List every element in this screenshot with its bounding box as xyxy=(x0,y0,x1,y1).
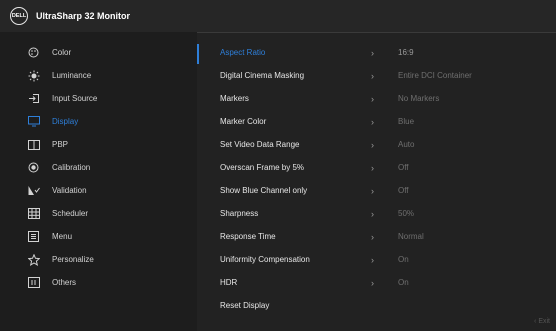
sidebar-item-label: Color xyxy=(52,48,72,57)
setting-value: Entire DCI Container xyxy=(398,71,472,80)
setting-row-video-data-range[interactable]: Set Video Data Range › Auto xyxy=(197,133,556,156)
sidebar-item-validation[interactable]: Validation xyxy=(0,179,197,202)
sidebar-item-color[interactable]: Color xyxy=(0,41,197,64)
sidebar-item-input-source[interactable]: Input Source xyxy=(0,87,197,110)
setting-row-sharpness[interactable]: Sharpness › 50% xyxy=(197,202,556,225)
sidebar-item-label: Scheduler xyxy=(52,209,89,218)
validation-icon xyxy=(28,185,52,196)
setting-name: Show Blue Channel only xyxy=(220,186,308,195)
setting-value: No Markers xyxy=(398,94,440,103)
sidebar-item-label: PBP xyxy=(52,140,69,149)
sidebar-item-personalize[interactable]: Personalize xyxy=(0,248,197,271)
sidebar-item-label: Others xyxy=(52,278,77,287)
chevron-right-icon: › xyxy=(371,208,374,219)
sidebar-item-label: Luminance xyxy=(52,71,92,80)
setting-name: Response Time xyxy=(220,232,276,241)
selection-indicator xyxy=(197,44,199,64)
setting-name: Overscan Frame by 5% xyxy=(220,163,305,172)
chevron-right-icon: › xyxy=(371,47,374,58)
setting-row-blue-channel-only[interactable]: Show Blue Channel only › Off xyxy=(197,179,556,202)
setting-name: Aspect Ratio xyxy=(220,48,266,57)
setting-row-uniformity-compensation[interactable]: Uniformity Compensation › On xyxy=(197,248,556,271)
setting-value: 16:9 xyxy=(398,48,414,57)
sidebar-item-label: Personalize xyxy=(52,255,94,264)
setting-value: On xyxy=(398,278,409,287)
star-icon xyxy=(28,253,52,266)
sidebar-item-calibration[interactable]: Calibration xyxy=(0,156,197,179)
info-icon xyxy=(28,277,52,288)
chevron-right-icon: › xyxy=(371,70,374,81)
sidebar-item-label: Calibration xyxy=(52,163,91,172)
pbp-icon xyxy=(28,139,52,150)
setting-row-marker-color[interactable]: Marker Color › Blue xyxy=(197,110,556,133)
setting-row-digital-cinema-masking[interactable]: Digital Cinema Masking › Entire DCI Cont… xyxy=(197,64,556,87)
display-icon xyxy=(28,116,52,127)
setting-value: 50% xyxy=(398,209,415,218)
chevron-right-icon: › xyxy=(371,162,374,173)
sidebar-item-pbp[interactable]: PBP xyxy=(0,133,197,156)
brightness-icon xyxy=(28,70,52,82)
scheduler-icon xyxy=(28,208,52,219)
menu-icon xyxy=(28,231,52,242)
setting-row-reset-display[interactable]: Reset Display xyxy=(197,294,556,317)
sidebar-item-menu[interactable]: Menu xyxy=(0,225,197,248)
palette-icon xyxy=(28,47,52,58)
chevron-right-icon: › xyxy=(371,185,374,196)
setting-value: Auto xyxy=(398,140,415,149)
sidebar-item-scheduler[interactable]: Scheduler xyxy=(0,202,197,225)
chevron-right-icon: › xyxy=(371,139,374,150)
sidebar-item-label: Input Source xyxy=(52,94,98,103)
setting-name: Marker Color xyxy=(220,117,267,126)
sidebar-item-luminance[interactable]: Luminance xyxy=(0,64,197,87)
sidebar: Color Luminance Input Source Display PBP… xyxy=(0,32,197,331)
setting-name: Uniformity Compensation xyxy=(220,255,310,264)
chevron-right-icon: › xyxy=(371,277,374,288)
setting-value: Off xyxy=(398,186,409,195)
sidebar-item-label: Display xyxy=(52,117,79,126)
setting-value: On xyxy=(398,255,409,264)
chevron-right-icon: › xyxy=(371,254,374,265)
chevron-right-icon: › xyxy=(371,93,374,104)
sidebar-item-label: Validation xyxy=(52,186,87,195)
chevron-right-icon: › xyxy=(371,231,374,242)
calibration-icon xyxy=(28,162,52,173)
setting-row-response-time[interactable]: Response Time › Normal xyxy=(197,225,556,248)
sidebar-item-display[interactable]: Display xyxy=(0,110,197,133)
setting-name: Set Video Data Range xyxy=(220,140,300,149)
setting-name: HDR xyxy=(220,278,238,287)
setting-name: Reset Display xyxy=(220,301,270,310)
dell-logo: DELL xyxy=(10,7,28,25)
setting-row-hdr[interactable]: HDR › On xyxy=(197,271,556,294)
setting-name: Sharpness xyxy=(220,209,259,218)
sidebar-item-others[interactable]: Others xyxy=(0,271,197,294)
setting-value: Blue xyxy=(398,117,415,126)
exit-button[interactable]: ‹ Exit xyxy=(534,318,550,325)
setting-row-markers[interactable]: Markers › No Markers xyxy=(197,87,556,110)
setting-row-overscan-frame[interactable]: Overscan Frame by 5% › Off xyxy=(197,156,556,179)
setting-value: Off xyxy=(398,163,409,172)
chevron-right-icon: › xyxy=(371,116,374,127)
panel-divider xyxy=(197,32,556,33)
sidebar-item-label: Menu xyxy=(52,232,73,241)
setting-name: Markers xyxy=(220,94,249,103)
setting-value: Normal xyxy=(398,232,424,241)
osd-header: DELL UltraSharp 32 Monitor xyxy=(0,0,556,32)
setting-row-aspect-ratio[interactable]: Aspect Ratio › 16:9 xyxy=(197,41,556,64)
setting-name: Digital Cinema Masking xyxy=(220,71,305,80)
input-source-icon xyxy=(28,93,52,104)
settings-panel: Aspect Ratio › 16:9 Digital Cinema Maski… xyxy=(197,32,556,331)
monitor-title: UltraSharp 32 Monitor xyxy=(36,11,131,21)
